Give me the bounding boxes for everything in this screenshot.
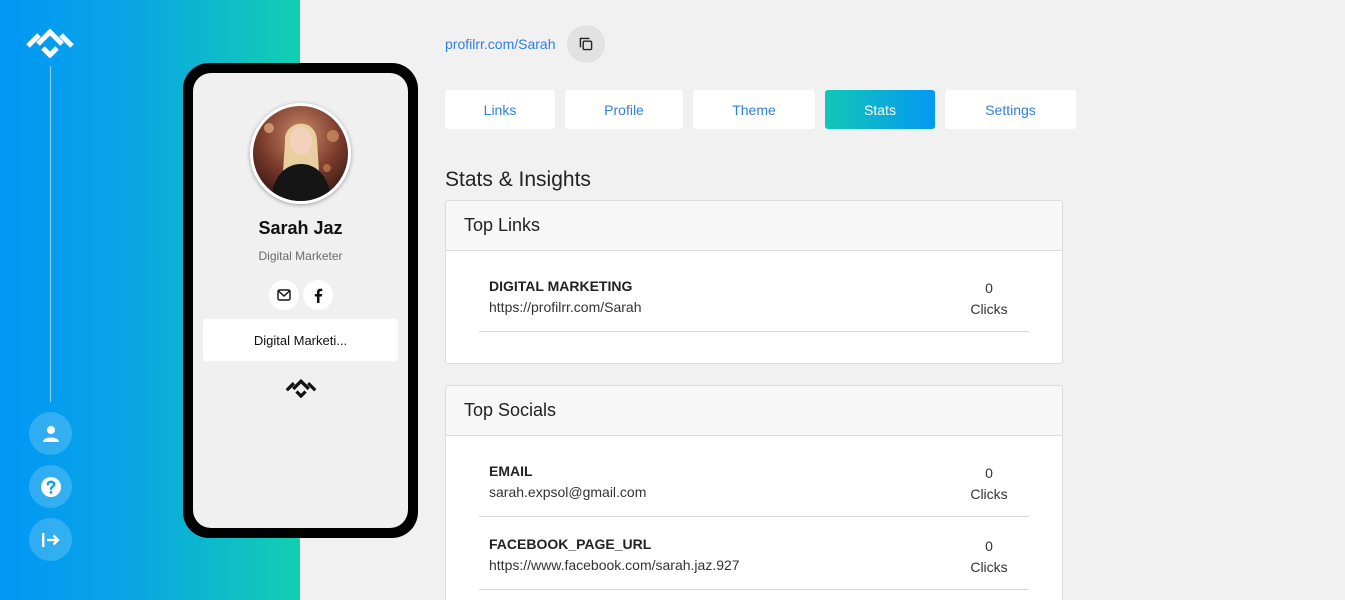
phone-screen: Sarah Jaz Digital Marketer Digital Marke… (193, 73, 408, 528)
tab-stats[interactable]: Stats (825, 90, 935, 129)
preview-title: Digital Marketer (258, 249, 343, 263)
preview-socials (193, 280, 408, 310)
click-count: 0 Clicks (970, 465, 1008, 502)
table-row: DIGITAL MARKETING https://profilrr.com/S… (479, 259, 1029, 332)
logout-icon (41, 532, 60, 547)
top-socials-heading: Top Socials (446, 386, 1062, 436)
tab-settings[interactable]: Settings (945, 90, 1076, 129)
top-socials-card: Top Socials EMAIL sarah.expsol@gmail.com… (445, 385, 1063, 600)
tab-links[interactable]: Links (445, 90, 555, 129)
preview-footer-logo (193, 376, 408, 398)
copy-url-button[interactable] (567, 25, 605, 63)
preview-name: Sarah Jaz (258, 218, 343, 238)
top-links-heading: Top Links (446, 201, 1062, 251)
facebook-icon (314, 288, 322, 303)
row-title: FACEBOOK_PAGE_URL (489, 536, 652, 552)
profile-button[interactable] (29, 412, 72, 455)
table-row: EMAIL sarah.expsol@gmail.com 0 Clicks (479, 444, 1029, 517)
row-title: EMAIL (489, 463, 533, 479)
copy-icon (579, 37, 593, 51)
logout-button[interactable] (29, 518, 72, 561)
row-value: https://www.facebook.com/sarah.jaz.927 (489, 557, 740, 573)
click-count: 0 Clicks (970, 280, 1008, 317)
preview-email-button[interactable] (268, 280, 299, 310)
row-value: sarah.expsol@gmail.com (489, 484, 647, 500)
diamond-logo-icon (285, 378, 316, 398)
help-button[interactable] (29, 465, 72, 508)
row-url: https://profilrr.com/Sarah (489, 299, 642, 315)
profile-url-link[interactable]: profilrr.com/Sarah (445, 36, 555, 52)
preview-link-button[interactable]: Digital Marketi... (203, 319, 398, 361)
diamond-logo-icon[interactable] (26, 24, 74, 59)
click-count: 0 Clicks (970, 538, 1008, 575)
page-title: Stats & Insights (445, 168, 591, 191)
row-title: DIGITAL MARKETING (489, 278, 633, 294)
tab-theme[interactable]: Theme (693, 90, 815, 129)
phone-preview: Sarah Jaz Digital Marketer Digital Marke… (183, 63, 418, 538)
top-links-card: Top Links DIGITAL MARKETING https://prof… (445, 200, 1063, 364)
user-icon (42, 425, 59, 442)
side-rail (0, 0, 100, 600)
tab-profile[interactable]: Profile (565, 90, 683, 129)
preview-facebook-button[interactable] (302, 280, 333, 310)
avatar (250, 103, 351, 204)
help-icon (40, 476, 61, 497)
table-row: FACEBOOK_PAGE_URL https://www.facebook.c… (479, 517, 1029, 590)
rail-divider (50, 66, 51, 402)
email-icon (276, 289, 291, 301)
